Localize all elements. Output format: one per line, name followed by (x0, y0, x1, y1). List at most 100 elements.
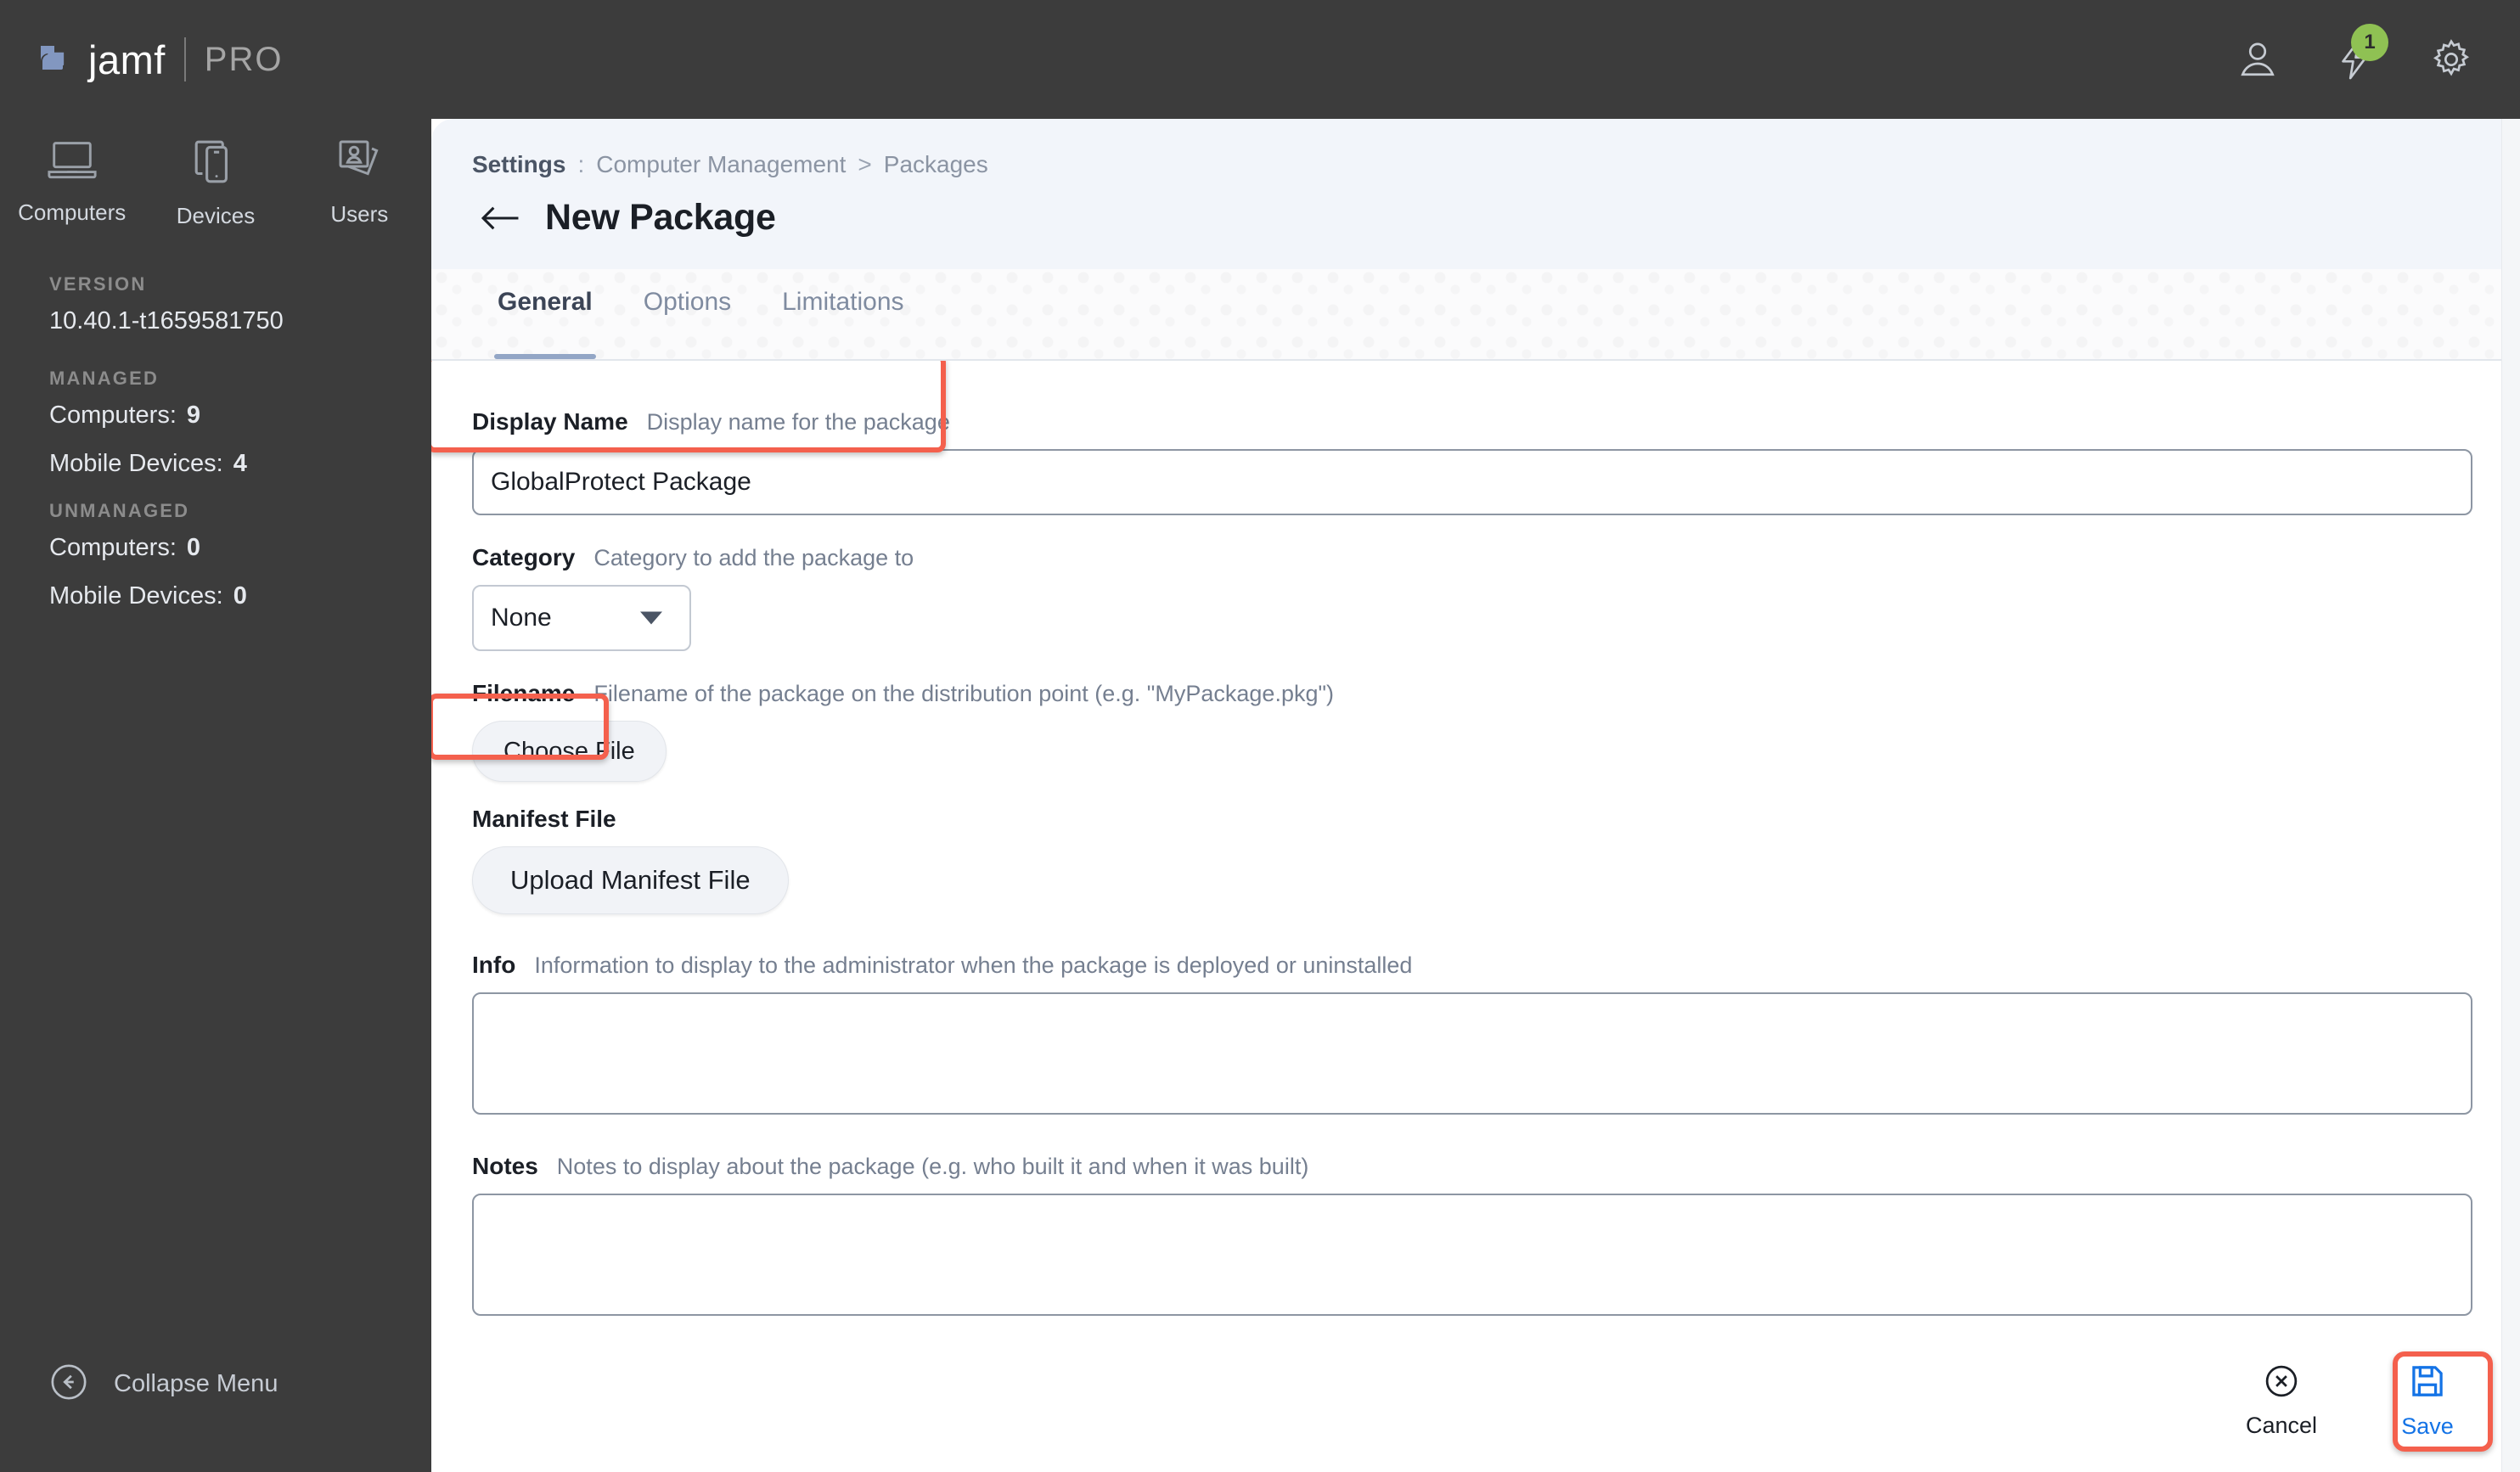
info-label: Info (472, 952, 516, 978)
stat-value: 0 (233, 582, 247, 610)
info-field: Info Information to display to the admin… (472, 952, 2472, 1119)
mobile-devices-icon (191, 138, 240, 189)
content-panel: Settings : Computer Management > Package… (431, 119, 2520, 1472)
notes-help: Notes to display about the package (e.g.… (556, 1154, 1309, 1179)
app-root: jamf PRO 1 Computers Devices Users VERSI… (0, 0, 2520, 1472)
tab-options[interactable]: Options (618, 269, 757, 359)
tab-label: Options (643, 288, 732, 316)
notes-label-row: Notes Notes to display about the package… (472, 1153, 2472, 1180)
filename-label: Filename (472, 680, 576, 706)
manifest-label-row: Manifest File (472, 806, 2472, 833)
sidebar-item-devices[interactable]: Devices (143, 138, 287, 229)
sidebar-stats: VERSION 10.40.1-t1659581750 MANAGED Comp… (0, 255, 431, 632)
unmanaged-mobile-devices: Mobile Devices: 0 (49, 582, 431, 610)
breadcrumb: Settings : Computer Management > Package… (472, 151, 2520, 178)
top-bar-icons: 1 (2236, 24, 2473, 81)
version-value: 10.40.1-t1659581750 (49, 307, 284, 334)
notifications-bolt-icon[interactable]: 1 (2332, 24, 2388, 81)
manifest-file-label: Manifest File (472, 806, 616, 832)
save-floppy-icon (2408, 1362, 2447, 1405)
display-name-input[interactable] (472, 449, 2472, 515)
tab-general[interactable]: General (472, 269, 618, 359)
filename-field: Filename Filename of the package on the … (472, 680, 2472, 782)
breadcrumb-section[interactable]: Computer Management (596, 151, 846, 178)
notes-label: Notes (472, 1153, 538, 1179)
breadcrumb-root[interactable]: Settings (472, 151, 565, 178)
laptop-icon (46, 138, 98, 186)
body: Computers Devices Users VERSION 10.40.1-… (0, 119, 2520, 1472)
choose-file-button[interactable]: Choose File (472, 721, 667, 782)
cancel-circle-x-icon (2263, 1362, 2300, 1404)
stat-label: Mobile Devices: (49, 450, 223, 477)
category-label: Category (472, 544, 576, 570)
brand-name: jamf (88, 37, 166, 82)
title-row: New Package (472, 178, 2520, 269)
filename-help: Filename of the package on the distribut… (593, 681, 1335, 706)
user-cards-icon (334, 138, 385, 188)
manifest-file-field: Manifest File Upload Manifest File (472, 806, 2472, 914)
tab-limitations[interactable]: Limitations (757, 269, 929, 359)
breadcrumb-colon: : (577, 151, 585, 177)
info-textarea[interactable] (472, 992, 2472, 1115)
category-selected-value: None (491, 604, 552, 632)
collapse-menu-button[interactable]: Collapse Menu (49, 1362, 278, 1406)
unmanaged-heading: UNMANAGED (49, 500, 190, 521)
category-label-row: Category Category to add the package to (472, 544, 2472, 571)
info-help: Information to display to the administra… (534, 952, 1413, 978)
collapse-arrow-icon (49, 1362, 88, 1406)
sidebar-item-computers[interactable]: Computers (0, 138, 143, 229)
sidebar-item-label: Users (330, 201, 389, 227)
top-bar: jamf PRO 1 (0, 0, 2520, 119)
sidebar: Computers Devices Users VERSION 10.40.1-… (0, 119, 431, 1472)
sidebar-nav: Computers Devices Users (0, 119, 431, 255)
cancel-label: Cancel (2245, 1413, 2318, 1438)
package-form: Display Name Display name for the packag… (431, 361, 2520, 1472)
page-title: New Package (545, 197, 776, 238)
unmanaged-computers: Computers: 0 (49, 534, 431, 562)
info-label-row: Info Information to display to the admin… (472, 952, 2472, 979)
category-field: Category Category to add the package to … (472, 544, 2472, 651)
notes-field: Notes Notes to display about the package… (472, 1153, 2472, 1320)
managed-heading: MANAGED (49, 368, 160, 389)
back-arrow-icon[interactable] (481, 204, 520, 233)
save-button[interactable]: Save (2372, 1362, 2483, 1440)
display-name-help: Display name for the package (646, 409, 950, 435)
action-bar: Cancel Save (431, 1329, 2520, 1472)
display-name-label: Display Name (472, 408, 628, 435)
notes-textarea[interactable] (472, 1194, 2472, 1316)
stat-value: 4 (233, 450, 247, 477)
brand-product: PRO (204, 40, 284, 78)
user-icon[interactable] (2236, 37, 2280, 81)
stat-label: Computers: (49, 402, 177, 429)
notification-badge: 1 (2351, 24, 2388, 61)
breadcrumb-page[interactable]: Packages (884, 151, 988, 178)
category-select[interactable]: None (472, 585, 691, 651)
collapse-menu-label: Collapse Menu (114, 1370, 278, 1397)
breadcrumb-chevron: > (858, 151, 872, 177)
jamf-logo-icon (39, 42, 73, 76)
tab-label: General (498, 288, 593, 316)
managed-mobile-devices: Mobile Devices: 4 (49, 450, 431, 478)
display-name-field: Display Name Display name for the packag… (472, 408, 2472, 515)
tab-bar: General Options Limitations (431, 269, 2520, 361)
sidebar-item-users[interactable]: Users (288, 138, 431, 229)
stat-value: 9 (186, 402, 201, 429)
sidebar-item-label: Computers (18, 199, 127, 225)
upload-manifest-file-button[interactable]: Upload Manifest File (472, 846, 789, 914)
save-label: Save (2401, 1413, 2454, 1439)
cancel-button[interactable]: Cancel (2226, 1362, 2337, 1439)
brand-divider (183, 37, 186, 81)
vertical-scrollbar[interactable] (2501, 119, 2520, 1472)
stat-value: 0 (186, 534, 201, 561)
managed-computers: Computers: 9 (49, 402, 431, 430)
category-select-wrapper: None (472, 585, 691, 651)
unmanaged-group: UNMANAGED Computers: 0 Mobile Devices: 0 (49, 500, 431, 610)
display-name-label-row: Display Name Display name for the packag… (472, 408, 2472, 435)
stat-label: Computers: (49, 534, 177, 561)
brand-logo[interactable]: jamf PRO (39, 37, 283, 81)
tab-label: Limitations (782, 288, 904, 316)
gear-icon[interactable] (2429, 37, 2473, 81)
version-heading: VERSION (49, 273, 147, 295)
managed-group: MANAGED Computers: 9 Mobile Devices: 4 (49, 368, 431, 478)
stat-label: Mobile Devices: (49, 582, 223, 610)
